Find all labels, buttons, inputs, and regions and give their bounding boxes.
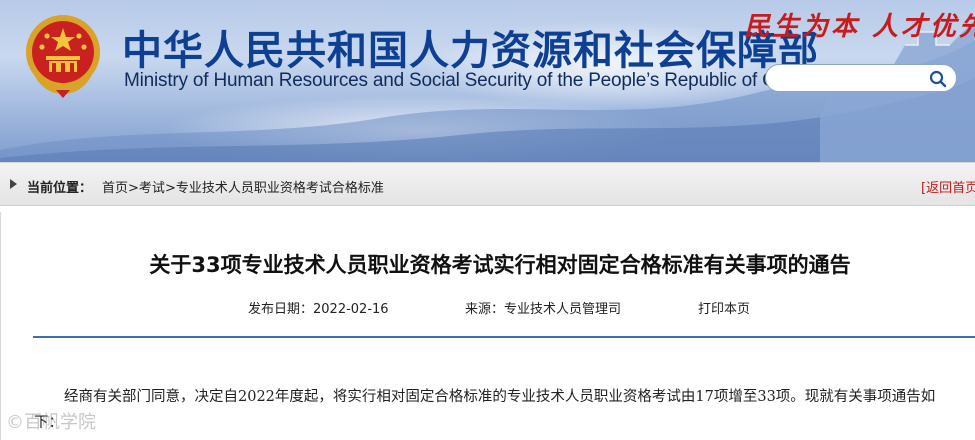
publish-date-label: 发布日期： — [248, 302, 314, 317]
print-page-link[interactable]: 打印本页 — [698, 298, 750, 317]
header-banner: 中华人民共和国人力资源和社会保障部 Ministry of Human Reso… — [0, 0, 975, 162]
breadcrumb-separator: > — [164, 181, 176, 196]
source-label: 来源： — [465, 302, 505, 317]
search-box — [765, 64, 957, 92]
breadcrumb-label: 当前位置： — [27, 181, 93, 196]
watermark: ©百帆学院 — [6, 412, 96, 433]
national-emblem-icon — [26, 15, 100, 98]
site-slogan: 民生为本 人才优先 — [744, 12, 975, 42]
breadcrumb-item-exam[interactable]: 考试 — [139, 181, 165, 196]
publish-date: 发布日期：2022-02-16 — [248, 298, 389, 317]
breadcrumb: 首页>考试>专业技术人员职业资格考试合格标准 — [102, 177, 384, 196]
breadcrumb-item-current[interactable]: 专业技术人员职业资格考试合格标准 — [176, 181, 384, 196]
breadcrumb-separator: > — [128, 181, 139, 196]
title-divider — [33, 336, 975, 338]
site-title-cn: 中华人民共和国人力资源和社会保障部 — [122, 28, 819, 74]
back-home-link[interactable]: [返回首页 — [921, 177, 975, 196]
site-title-en: Ministry of Human Resources and Social S… — [124, 70, 811, 91]
publish-date-value: 2022-02-16 — [313, 302, 389, 317]
triangle-right-icon — [10, 179, 17, 189]
article-source: 来源：专业技术人员管理司 — [465, 298, 621, 317]
breadcrumb-item-home[interactable]: 首页 — [102, 181, 128, 196]
breadcrumb-bar: 当前位置： 首页>考试>专业技术人员职业资格考试合格标准 [返回首页 — [0, 162, 975, 206]
search-icon[interactable] — [928, 69, 948, 89]
article-paragraph: 经商有关部门同意，决定自2022年度起，将实行相对固定合格标准的专业技术人员职业… — [34, 389, 936, 431]
source-value: 专业技术人员管理司 — [504, 302, 622, 317]
article-title: 关于33项专业技术人员职业资格考试实行相对固定合格标准有关事项的通告 — [149, 253, 851, 277]
search-input[interactable] — [778, 68, 928, 88]
